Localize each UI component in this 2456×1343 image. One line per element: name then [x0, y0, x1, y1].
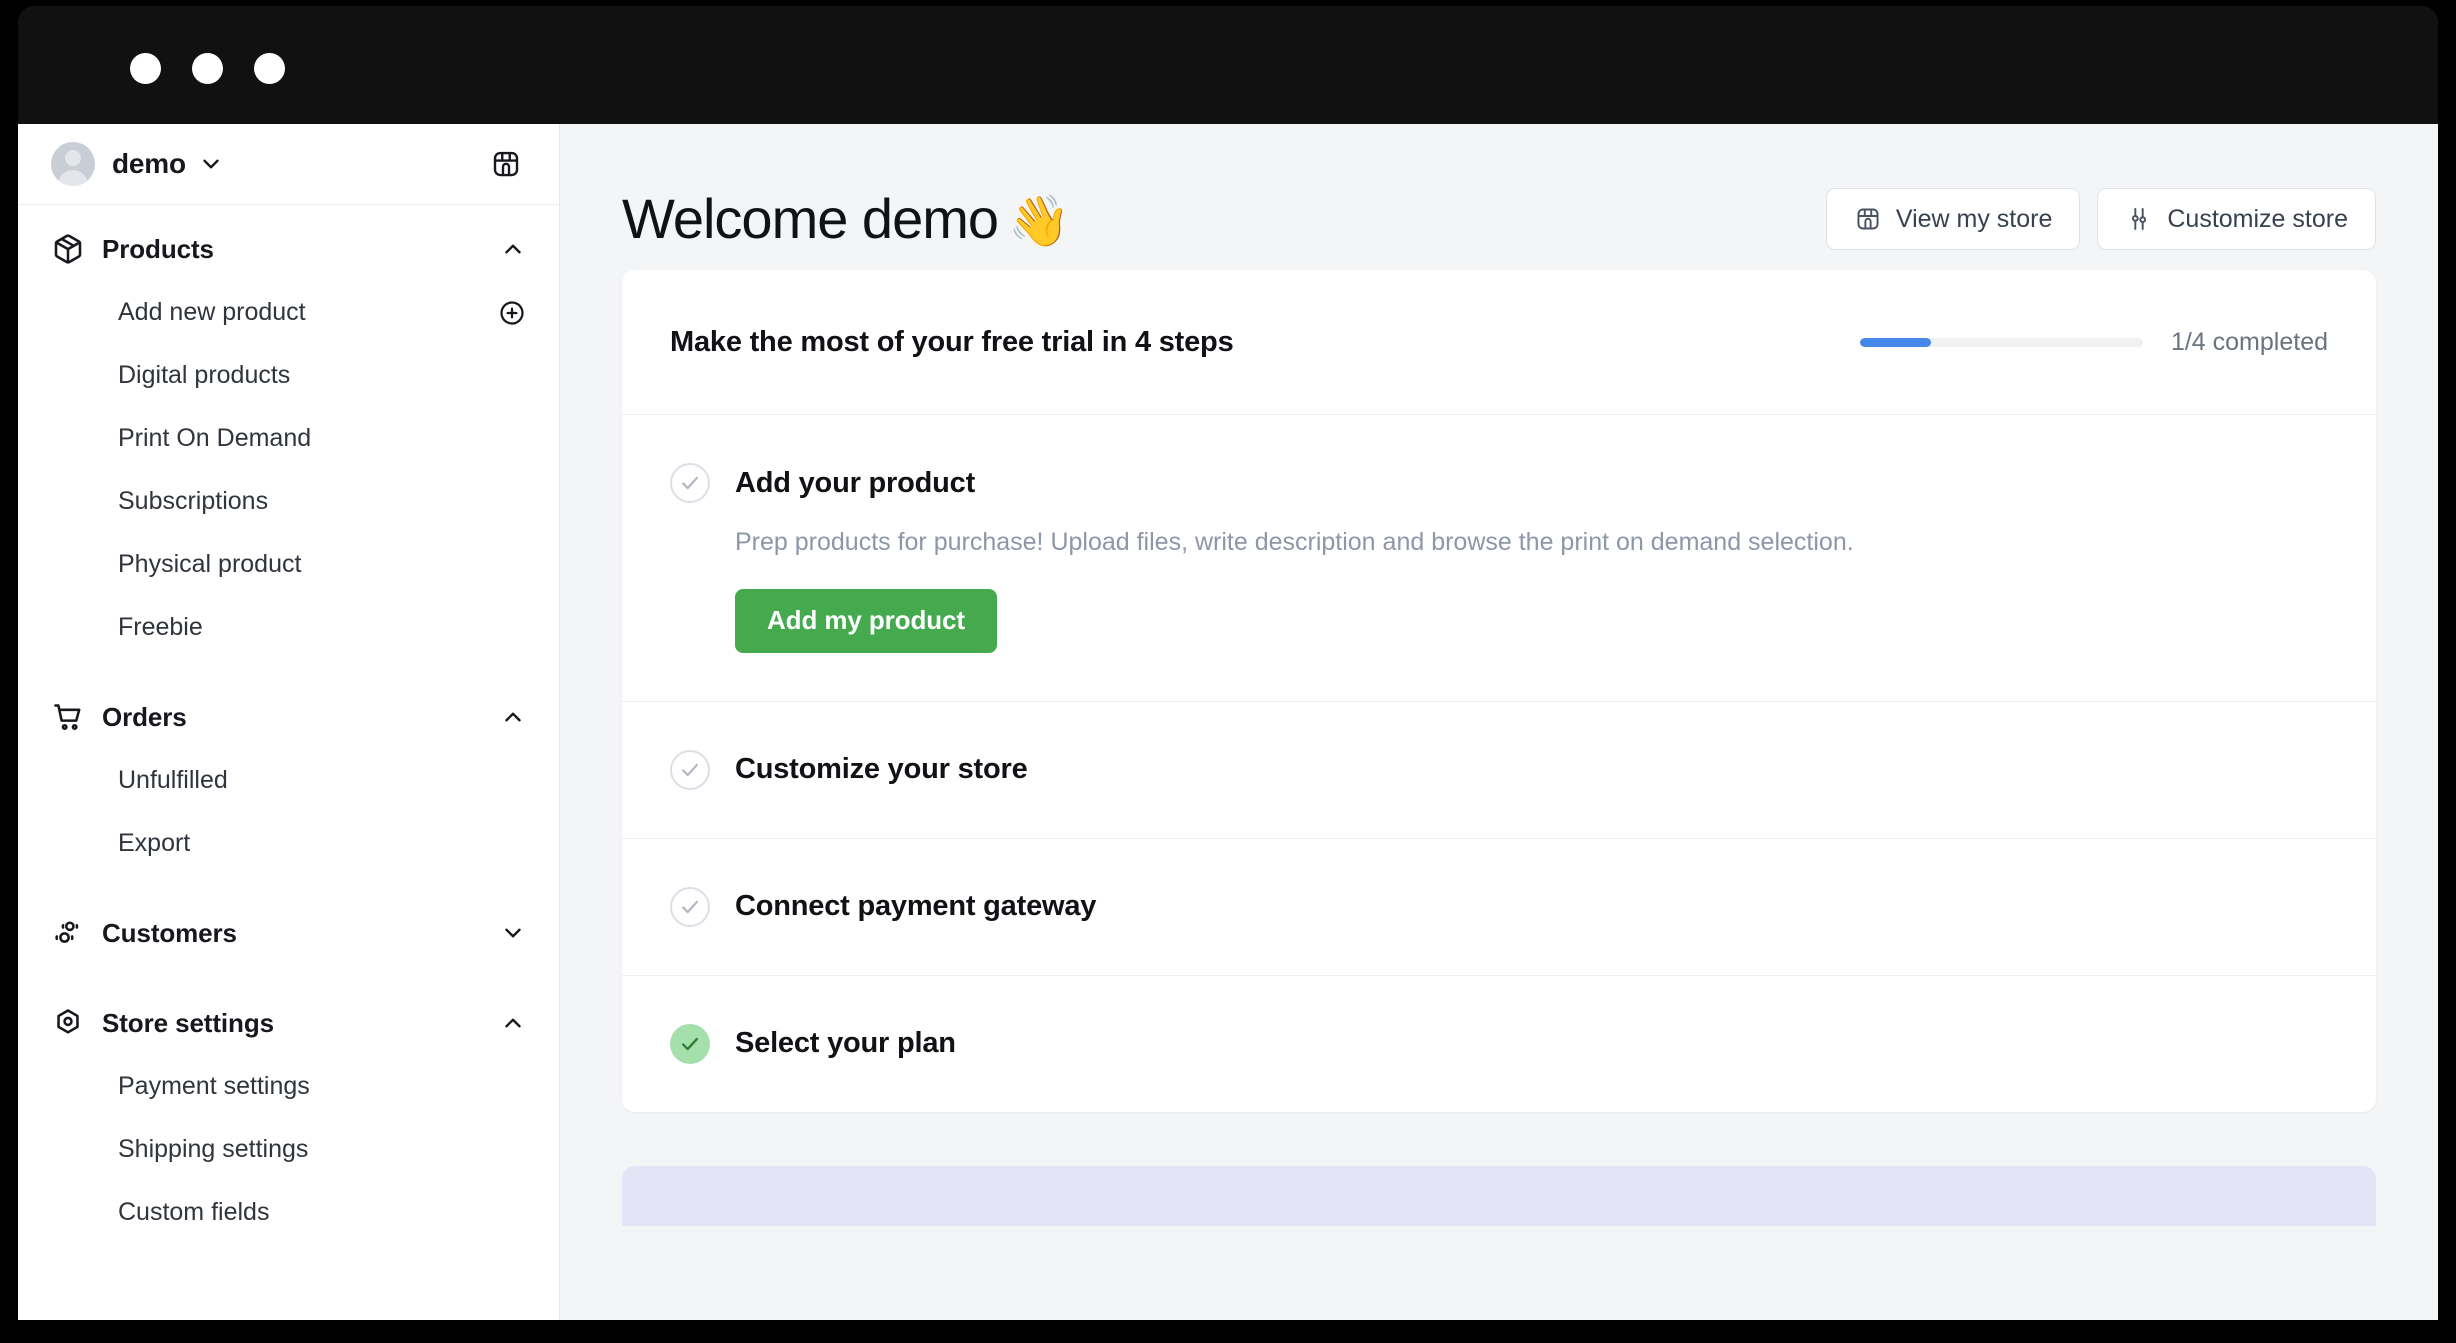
step-title: Select your plan	[735, 1027, 956, 1059]
sidebar-section-orders[interactable]: Orders	[18, 685, 559, 749]
sidebar-item-label: Freebie	[118, 613, 203, 641]
traffic-light-group	[130, 52, 285, 84]
storefront-icon[interactable]	[486, 144, 526, 184]
maximize-dot[interactable]	[254, 52, 285, 84]
page-title: Welcome demo 👋	[622, 191, 1070, 249]
sidebar-section-label: Products	[102, 233, 214, 264]
step-description: Prep products for purchase! Upload files…	[735, 528, 1854, 556]
sidebar-item-label: Physical product	[118, 550, 302, 578]
chevron-down-icon[interactable]	[198, 151, 224, 177]
sidebar-item-export[interactable]: Export	[18, 812, 559, 875]
waving-hand-icon: 👋	[1008, 193, 1070, 249]
step-title: Add your product	[735, 466, 976, 499]
sidebar-item-print-on-demand[interactable]: Print On Demand	[18, 407, 559, 470]
sidebar-item-label: Shipping settings	[118, 1135, 309, 1163]
sidebar-item-label: Custom fields	[118, 1198, 270, 1226]
sidebar-section-products[interactable]: Products	[18, 217, 559, 281]
sidebar-item-digital-products[interactable]: Digital products	[18, 344, 559, 407]
hex-nut-icon	[51, 1006, 85, 1040]
progress-label: 1/4 completed	[2170, 327, 2328, 356]
customize-store-button[interactable]: Customize store	[2097, 188, 2376, 250]
step-title: Connect payment gateway	[735, 890, 1097, 922]
app-window: demo Products Add new product Digital pr…	[0, 0, 2456, 1343]
main-header: Welcome demo 👋 View my store Customize s…	[560, 124, 2438, 270]
step-header: Select your plan	[670, 1023, 2328, 1064]
trial-progress: 1/4 completed	[1859, 327, 2328, 357]
sidebar-item-unfulfilled[interactable]: Unfulfilled	[18, 749, 559, 812]
step-header: Connect payment gateway	[670, 886, 2328, 927]
sidebar: demo Products Add new product Digital pr…	[18, 124, 560, 1320]
sidebar-section-label: Store settings	[102, 1007, 274, 1038]
step-header: Customize your store	[670, 749, 2328, 790]
sidebar-item-physical-product[interactable]: Physical product	[18, 533, 559, 596]
checklist-step-select-your-plan[interactable]: Select your plan	[622, 976, 2376, 1112]
sidebar-item-shipping-settings[interactable]: Shipping settings	[18, 1118, 559, 1181]
plus-circle-icon[interactable]	[498, 299, 526, 327]
storefront-icon	[1854, 205, 1882, 233]
sidebar-item-label: Digital products	[118, 361, 291, 389]
progress-bar-fill	[1859, 337, 1931, 347]
next-card-peek[interactable]	[622, 1165, 2376, 1226]
step-header: Add your product	[670, 463, 2328, 503]
sidebar-item-label: Unfulfilled	[118, 766, 228, 794]
customize-store-label: Customize store	[2167, 204, 2348, 233]
minimize-dot[interactable]	[192, 52, 223, 84]
view-my-store-button[interactable]: View my store	[1825, 188, 2081, 250]
trial-title: Make the most of your free trial in 4 st…	[670, 325, 1234, 358]
check-icon[interactable]	[670, 886, 710, 927]
sidebar-item-subscriptions[interactable]: Subscriptions	[18, 470, 559, 533]
avatar	[51, 142, 95, 186]
progress-bar-track	[1859, 337, 2143, 347]
chevron-up-icon[interactable]	[500, 704, 526, 730]
trial-checklist-card: Make the most of your free trial in 4 st…	[622, 270, 2376, 1112]
sidebar-item-freebie[interactable]: Freebie	[18, 596, 559, 659]
sidebar-item-label: Subscriptions	[118, 487, 269, 515]
page-body: demo Products Add new product Digital pr…	[18, 124, 2438, 1320]
account-switcher[interactable]: demo	[18, 124, 559, 205]
step-title: Customize your store	[735, 753, 1028, 785]
trial-card-header: Make the most of your free trial in 4 st…	[622, 270, 2376, 415]
checklist-step-add-your-product[interactable]: Add your product Prep products for purch…	[622, 415, 2376, 702]
account-name: demo	[112, 148, 186, 179]
shopping-cart-icon	[51, 700, 85, 734]
sidebar-item-add-new-product[interactable]: Add new product	[18, 281, 559, 344]
check-icon[interactable]	[670, 749, 710, 790]
check-icon[interactable]	[670, 463, 710, 503]
users-icon	[51, 916, 85, 950]
add-my-product-button[interactable]: Add my product	[735, 588, 997, 653]
window-titlebar	[18, 6, 2438, 130]
sidebar-item-label: Payment settings	[118, 1072, 310, 1100]
chevron-up-icon[interactable]	[500, 236, 526, 262]
chevron-up-icon[interactable]	[500, 1010, 526, 1036]
chevron-down-icon[interactable]	[500, 920, 526, 946]
sidebar-section-customers[interactable]: Customers	[18, 901, 559, 965]
sidebar-section-label: Orders	[102, 701, 187, 732]
main-content: Welcome demo 👋 View my store Customize s…	[560, 124, 2438, 1320]
sidebar-item-payment-settings[interactable]: Payment settings	[18, 1055, 559, 1118]
view-my-store-label: View my store	[1895, 204, 2053, 233]
sidebar-item-label: Export	[118, 829, 191, 857]
sidebar-item-custom-fields[interactable]: Custom fields	[18, 1181, 559, 1244]
sidebar-item-label: Print On Demand	[118, 424, 312, 452]
package-icon	[51, 232, 85, 266]
checklist-step-customize-your-store[interactable]: Customize your store	[622, 702, 2376, 839]
checklist-step-connect-payment-gateway[interactable]: Connect payment gateway	[622, 839, 2376, 976]
sidebar-item-label: Add new product	[118, 298, 306, 326]
page-title-text: Welcome demo	[622, 187, 999, 250]
sidebar-section-label: Customers	[102, 917, 237, 948]
sidebar-section-store-settings[interactable]: Store settings	[18, 991, 559, 1055]
check-icon[interactable]	[670, 1023, 710, 1064]
close-dot[interactable]	[130, 52, 161, 84]
sliders-icon	[2125, 205, 2153, 233]
header-actions: View my store Customize store	[1825, 188, 2376, 250]
